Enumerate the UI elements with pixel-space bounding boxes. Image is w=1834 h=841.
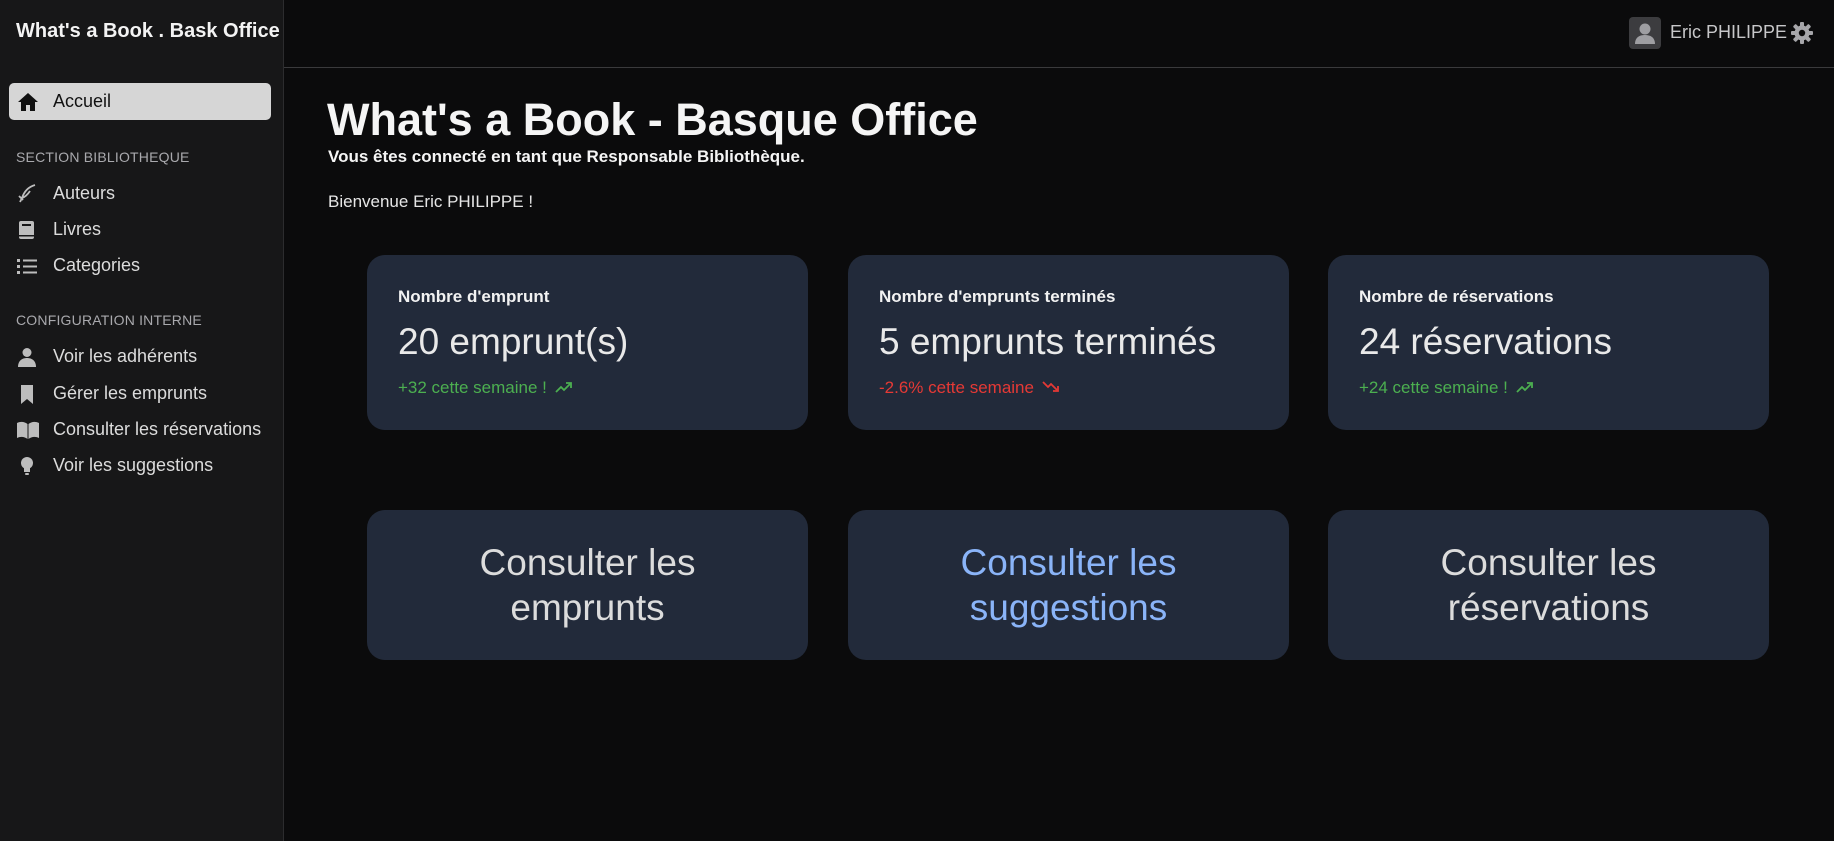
sidebar-item-adherents[interactable]: Voir les adhérents [0, 341, 280, 373]
stat-trend-text: +24 cette semaine ! [1359, 378, 1508, 397]
trending-up-icon [1516, 378, 1534, 398]
sidebar-item-label: Consulter les réservations [53, 419, 262, 439]
sidebar-item-categories[interactable]: Categories [0, 250, 280, 282]
open-book-icon [16, 420, 40, 440]
sidebar-item-reservations[interactable]: Consulter les réservations [0, 414, 280, 446]
stat-card-emprunts: Nombre d'emprunt 20 emprunt(s) +32 cette… [367, 255, 808, 430]
stat-value: 24 réservations [1359, 321, 1612, 362]
stat-title: Nombre d'emprunts terminés [879, 287, 1116, 306]
sidebar-item-label: Livres [53, 219, 102, 239]
sidebar: What's a Book . Bask Office Accueil SECT… [0, 0, 284, 841]
action-label: Consulter les réservations [1440, 542, 1657, 628]
sidebar-item-emprunts[interactable]: Gérer les emprunts [0, 378, 280, 410]
sidebar-item-accueil[interactable]: Accueil [9, 83, 271, 120]
person-icon [16, 347, 38, 367]
sidebar-item-label: Voir les suggestions [53, 455, 214, 475]
stat-title: Nombre de réservations [1359, 287, 1554, 306]
stat-card-reservations: Nombre de réservations 24 réservations +… [1328, 255, 1769, 430]
sidebar-item-livres[interactable]: Livres [0, 214, 280, 246]
consulter-suggestions-button[interactable]: Consulter les suggestions [848, 510, 1289, 660]
sidebar-item-label: Gérer les emprunts [53, 383, 208, 403]
stat-trend: -2.6% cette semaine [879, 378, 1060, 398]
section-title-bibliotheque: SECTION BIBLIOTHEQUE [16, 149, 190, 165]
stat-value: 20 emprunt(s) [398, 321, 629, 362]
sidebar-item-auteurs[interactable]: Auteurs [0, 178, 280, 210]
bookmark-icon [16, 384, 38, 404]
gear-icon [1791, 22, 1813, 44]
page-title: What's a Book - Basque Office [327, 94, 978, 145]
sidebar-item-label: Auteurs [53, 183, 116, 203]
stat-title: Nombre d'emprunt [398, 287, 550, 306]
trending-down-icon [1042, 378, 1060, 398]
consulter-emprunts-button[interactable]: Consulter les emprunts [367, 510, 808, 660]
quill-icon [16, 184, 38, 204]
avatar-icon [1635, 23, 1655, 44]
settings-button[interactable] [1790, 21, 1814, 45]
avatar[interactable] [1629, 17, 1661, 49]
stat-value: 5 emprunts terminés [879, 321, 1217, 362]
connected-as-text: Vous êtes connecté en tant que Responsab… [328, 147, 805, 166]
list-icon [16, 256, 38, 276]
stat-card-emprunts-termines: Nombre d'emprunts terminés 5 emprunts te… [848, 255, 1289, 430]
sidebar-item-label: Voir les adhérents [53, 346, 198, 366]
topbar: Eric PHILIPPE [284, 0, 1834, 68]
consulter-reservations-button[interactable]: Consulter les réservations [1328, 510, 1769, 660]
sidebar-item-label: Categories [53, 255, 141, 275]
sidebar-item-suggestions[interactable]: Voir les suggestions [0, 450, 280, 482]
stat-trend: +32 cette semaine ! [398, 378, 573, 398]
lightbulb-icon [16, 456, 38, 476]
book-icon [16, 220, 38, 240]
sidebar-item-label: Accueil [53, 91, 112, 111]
home-icon [17, 92, 39, 112]
stat-trend: +24 cette semaine ! [1359, 378, 1534, 398]
trending-up-icon [555, 378, 573, 398]
welcome-text: Bienvenue Eric PHILIPPE ! [328, 192, 534, 211]
brand-title[interactable]: What's a Book . Bask Office [16, 20, 280, 43]
stat-trend-text: +32 cette semaine ! [398, 378, 547, 397]
action-label: Consulter les emprunts [479, 542, 696, 628]
user-name[interactable]: Eric PHILIPPE [1670, 22, 1787, 43]
action-label: Consulter les suggestions [960, 542, 1177, 628]
stat-trend-text: -2.6% cette semaine [879, 378, 1034, 397]
section-title-configuration: CONFIGURATION INTERNE [16, 312, 202, 328]
